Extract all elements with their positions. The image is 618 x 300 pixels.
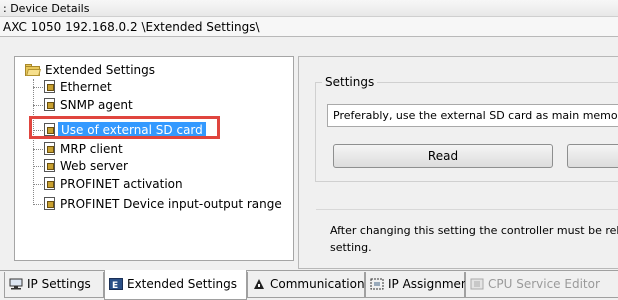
setting-doc-icon bbox=[44, 159, 55, 172]
settings-group-label: Settings bbox=[322, 75, 378, 89]
cpu-service-icon bbox=[470, 278, 484, 289]
svg-text:E: E bbox=[112, 281, 118, 290]
write-button[interactable] bbox=[567, 144, 618, 168]
ip-assignment-icon bbox=[370, 278, 384, 289]
communication-icon bbox=[254, 278, 264, 289]
highlight-annotation-box bbox=[29, 116, 220, 139]
sd-card-mode-select[interactable]: Preferably, use the external SD card as … bbox=[327, 104, 618, 127]
tab-extended-settings[interactable]: E Extended Settings bbox=[104, 270, 247, 300]
network-icon bbox=[9, 278, 23, 289]
setting-doc-icon bbox=[44, 177, 55, 190]
setting-doc-icon bbox=[44, 98, 55, 111]
settings-tree[interactable]: Extended Settings Ethernet SNMP agent Us… bbox=[14, 56, 294, 261]
panel-title-bar: : Device Details bbox=[0, 0, 618, 17]
extended-settings-icon: E bbox=[109, 277, 123, 290]
read-button[interactable]: Read bbox=[333, 144, 553, 168]
window-title: : Device Details bbox=[3, 2, 90, 15]
tab-cpu-service-editor[interactable]: CPU Service Editor bbox=[465, 272, 618, 298]
info-text: After changing this setting the controll… bbox=[330, 224, 618, 254]
setting-doc-icon bbox=[44, 80, 55, 93]
setting-doc-icon bbox=[44, 142, 55, 155]
setting-doc-icon bbox=[44, 197, 55, 210]
folder-open-icon bbox=[25, 63, 41, 76]
breadcrumb: AXC 1050 192.168.0.2 \Extended Settings\ bbox=[0, 17, 618, 37]
tab-ip-settings[interactable]: IP Settings bbox=[4, 272, 104, 298]
tab-ip-assignment[interactable]: IP Assignment bbox=[365, 272, 473, 298]
tree-root-extended-settings[interactable]: Extended Settings bbox=[25, 62, 155, 78]
tab-communication[interactable]: Communication bbox=[247, 272, 365, 298]
